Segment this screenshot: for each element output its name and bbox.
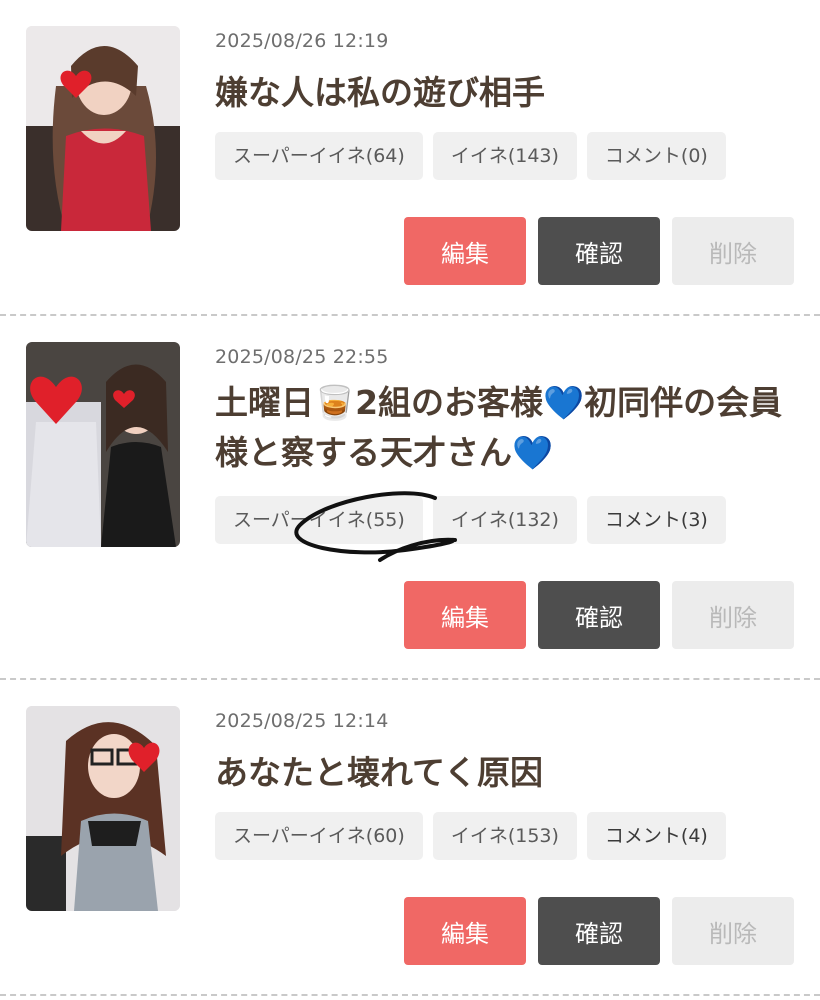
- post-item: 2025/08/26 12:19 嫌な人は私の遊び相手 スーパーイイネ(64) …: [0, 0, 820, 316]
- post-actions: 編集 確認 削除: [404, 581, 794, 649]
- post-actions: 編集 確認 削除: [404, 897, 794, 965]
- comment-count[interactable]: コメント(0): [586, 132, 726, 180]
- post-thumbnail[interactable]: [26, 342, 180, 547]
- post-date: 2025/08/25 22:55: [215, 346, 389, 368]
- post-title[interactable]: あなたと壊れてく原因: [215, 748, 800, 798]
- post-thumbnail[interactable]: [26, 26, 180, 231]
- post-item: 2025/08/25 12:14 あなたと壊れてく原因 スーパーイイネ(60) …: [0, 680, 820, 996]
- post-date: 2025/08/26 12:19: [215, 30, 389, 52]
- photo-image: [26, 26, 180, 231]
- edit-button[interactable]: 編集: [404, 897, 526, 965]
- reaction-tags: スーパーイイネ(55) イイネ(132) コメント(3): [215, 496, 726, 544]
- comment-count[interactable]: コメント(4): [586, 812, 726, 860]
- delete-button[interactable]: 削除: [672, 581, 794, 649]
- photo-image: [26, 706, 180, 911]
- delete-button[interactable]: 削除: [672, 217, 794, 285]
- photo-image: [26, 342, 180, 547]
- post-date: 2025/08/25 12:14: [215, 710, 389, 732]
- comment-count[interactable]: コメント(3): [586, 496, 726, 544]
- post-title[interactable]: 土曜日🥃2組のお客様💙初同伴の会員様と察する天才さん💙: [215, 378, 800, 478]
- confirm-button[interactable]: 確認: [538, 217, 660, 285]
- super-like-count[interactable]: スーパーイイネ(64): [215, 132, 423, 180]
- post-thumbnail[interactable]: [26, 706, 180, 911]
- post-item: 2025/08/25 22:55 土曜日🥃2組のお客様💙初同伴の会員様と察する天…: [0, 316, 820, 680]
- like-count[interactable]: イイネ(132): [432, 496, 577, 544]
- like-count[interactable]: イイネ(153): [432, 812, 577, 860]
- reaction-tags: スーパーイイネ(60) イイネ(153) コメント(4): [215, 812, 726, 860]
- delete-button[interactable]: 削除: [672, 897, 794, 965]
- super-like-count[interactable]: スーパーイイネ(55): [215, 496, 423, 544]
- super-like-count[interactable]: スーパーイイネ(60): [215, 812, 423, 860]
- confirm-button[interactable]: 確認: [538, 581, 660, 649]
- edit-button[interactable]: 編集: [404, 581, 526, 649]
- post-actions: 編集 確認 削除: [404, 217, 794, 285]
- confirm-button[interactable]: 確認: [538, 897, 660, 965]
- like-count[interactable]: イイネ(143): [432, 132, 577, 180]
- edit-button[interactable]: 編集: [404, 217, 526, 285]
- post-title[interactable]: 嫌な人は私の遊び相手: [215, 68, 800, 118]
- reaction-tags: スーパーイイネ(64) イイネ(143) コメント(0): [215, 132, 726, 180]
